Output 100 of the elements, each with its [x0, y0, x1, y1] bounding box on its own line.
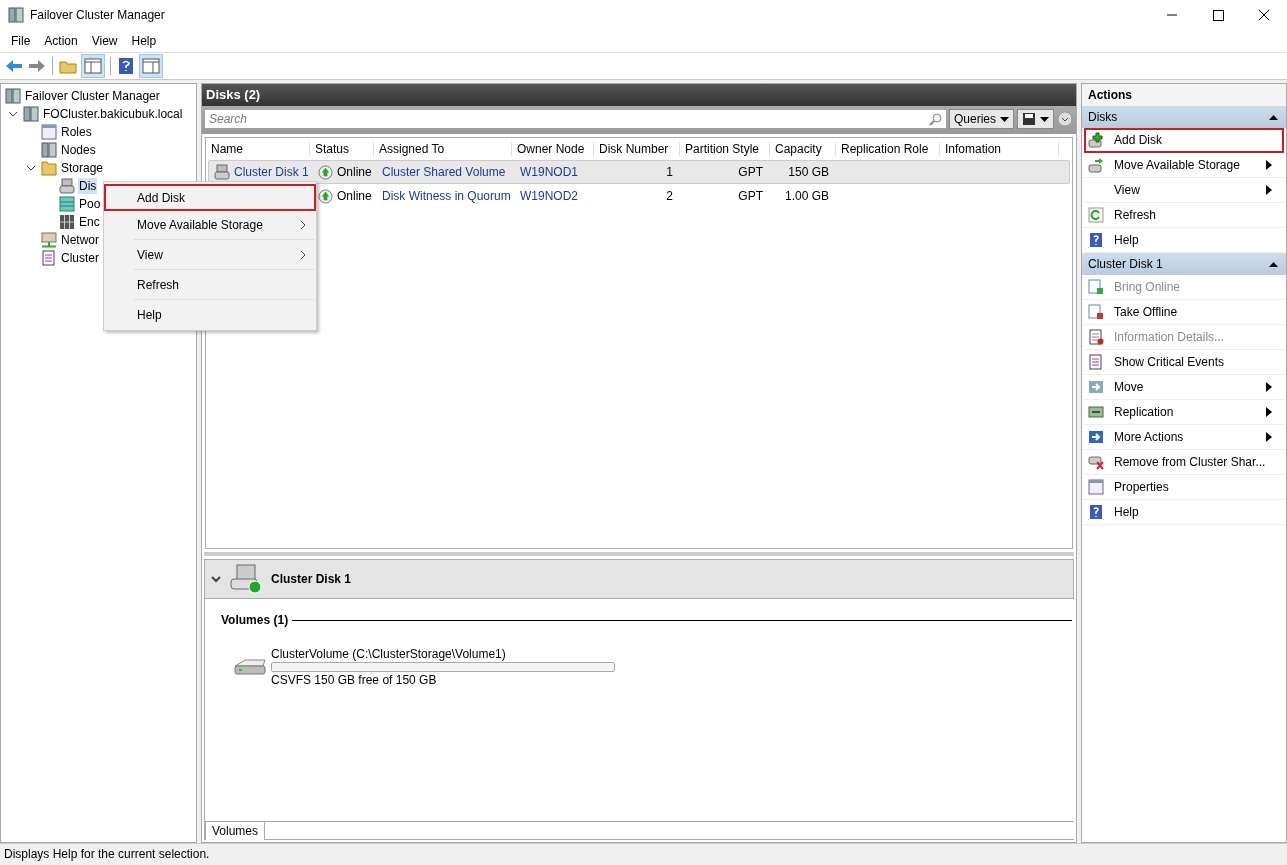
command-item[interactable]: Show Critical Events	[1084, 350, 1284, 375]
table-cell: GPT	[738, 189, 763, 203]
grid-icon	[59, 214, 75, 230]
menu-item[interactable]: Refresh	[104, 271, 316, 298]
table-row[interactable]: Cluster Disk 1 Online Cluster Shared Volume W19NOD1 1 GPT 150 GB	[208, 160, 1070, 184]
group-header[interactable]: Cluster Disk 1	[1082, 253, 1286, 275]
submenu-arrow-icon	[1266, 432, 1272, 442]
search-field[interactable]: Search	[205, 110, 926, 128]
column-header[interactable]: Capacity	[770, 142, 836, 156]
table-cell: Disk Witness in Quorum	[382, 189, 511, 203]
tree-item[interactable]: Roles	[60, 124, 93, 140]
submenu-arrow-icon	[1266, 185, 1272, 195]
tree-item[interactable]: Networ	[60, 232, 100, 248]
column-header[interactable]: Status	[310, 142, 374, 156]
menu-item[interactable]: View	[84, 34, 125, 48]
replication-icon	[1088, 404, 1104, 420]
tree-item[interactable]: Nodes	[60, 142, 97, 158]
tree-item[interactable]: Dis	[78, 178, 98, 194]
dropdown-arrow-icon	[1040, 116, 1049, 122]
help-icon	[1088, 504, 1104, 520]
servers-icon	[23, 106, 39, 122]
command-item[interactable]: Move	[1084, 375, 1284, 400]
status-bar: Displays Help for the current selection.	[0, 843, 1287, 865]
expand-icon[interactable]	[1057, 111, 1073, 127]
command-item[interactable]: Remove from Cluster Shar...	[1084, 450, 1284, 475]
column-header[interactable]: Name	[206, 142, 310, 156]
menu-item[interactable]: File	[4, 34, 38, 48]
command-item[interactable]: More Actions	[1084, 425, 1284, 450]
chevron-icon[interactable]	[211, 574, 221, 584]
expand-icon[interactable]	[6, 109, 20, 119]
menu-item[interactable]: Help	[124, 34, 164, 48]
disk-icon	[229, 563, 263, 595]
expand-icon[interactable]	[24, 163, 38, 173]
column-header[interactable]: Disk Number	[594, 142, 680, 156]
table-cell: W19NOD2	[520, 189, 578, 203]
drive-icon	[233, 656, 267, 678]
save-query-button[interactable]	[1017, 109, 1054, 129]
table-cell: 1.00 GB	[784, 189, 829, 203]
submenu-arrow-icon	[1266, 407, 1272, 417]
group-header[interactable]: Disks	[1082, 106, 1286, 128]
refresh-icon	[1088, 207, 1104, 223]
column-header[interactable]: Replication Role	[836, 142, 940, 156]
tree-item[interactable]: FOCluster.bakicubuk.local	[42, 106, 184, 122]
table-cell: Cluster Disk 1	[234, 165, 309, 179]
search-button[interactable]	[925, 110, 946, 128]
table-cell: 150 GB	[788, 165, 829, 179]
command-item[interactable]: Add Disk	[1084, 128, 1284, 153]
dropdown-arrow-icon	[1000, 116, 1009, 122]
disk-icon	[59, 178, 75, 194]
command-item[interactable]: Replication	[1084, 400, 1284, 425]
tree-item[interactable]: Enc	[78, 214, 101, 230]
pane-title: Actions	[1082, 84, 1286, 106]
document-icon	[1088, 329, 1104, 345]
table-cell: Cluster Shared Volume	[382, 165, 506, 179]
menu-item[interactable]: Help	[104, 301, 316, 328]
menu-item[interactable]: Move Available Storage	[104, 211, 316, 238]
command-item[interactable]: Move Available Storage	[1084, 153, 1284, 178]
properties-icon	[1088, 479, 1104, 495]
column-header[interactable]: Assigned To	[374, 142, 512, 156]
volume-name: ClusterVolume (C:\ClusterStorage\Volume1)	[271, 647, 507, 661]
pane-icon[interactable]	[81, 54, 105, 78]
table-cell: 1	[666, 165, 673, 179]
section-title: Volumes (1)	[221, 613, 289, 627]
help-icon[interactable]	[116, 56, 136, 76]
tree-item[interactable]: Failover Cluster Manager	[24, 88, 161, 104]
help-icon	[1088, 232, 1104, 248]
command-item[interactable]: View	[1084, 178, 1284, 203]
command-item[interactable]: Take Offline	[1084, 300, 1284, 325]
command-item[interactable]: Refresh	[1084, 203, 1284, 228]
log-icon	[41, 250, 57, 266]
disk-plus-icon	[1088, 132, 1104, 148]
table-cell: Online	[337, 189, 372, 203]
window-icon	[41, 124, 57, 140]
column-header[interactable]: Owner Node	[512, 142, 594, 156]
command-item[interactable]: Properties	[1084, 475, 1284, 500]
command-item[interactable]: Help	[1084, 500, 1284, 525]
pane-icon[interactable]	[139, 54, 163, 78]
log-icon	[1088, 354, 1104, 370]
column-header[interactable]: Infomation	[940, 142, 1059, 156]
queries-button[interactable]: Queries	[948, 109, 1014, 129]
tree-item[interactable]: Poo	[78, 196, 102, 212]
column-header[interactable]: Partition Style	[680, 142, 770, 156]
volume-info: CSVFS 150 GB free of 150 GB	[271, 673, 438, 687]
table-cell: Online	[337, 165, 372, 179]
submenu-arrow-icon	[1266, 382, 1272, 392]
servers-icon	[8, 7, 24, 23]
panel-title: Disks (2)	[202, 84, 1076, 106]
collapse-arrow-icon	[1269, 261, 1278, 267]
folder-icon	[41, 160, 57, 176]
disk-cross-icon	[1088, 454, 1104, 470]
tree-item[interactable]: Storage	[60, 160, 105, 176]
floppy-icon	[1022, 112, 1036, 126]
servers-icon	[5, 88, 21, 104]
menu-item[interactable]: Action	[37, 34, 85, 48]
details-title: Cluster Disk 1	[271, 572, 352, 586]
tree-item[interactable]: Cluster	[60, 250, 100, 266]
tab[interactable]: Volumes	[205, 821, 266, 840]
menu-item[interactable]: View	[104, 241, 316, 268]
server-icon	[41, 142, 57, 158]
network-icon	[41, 232, 57, 248]
